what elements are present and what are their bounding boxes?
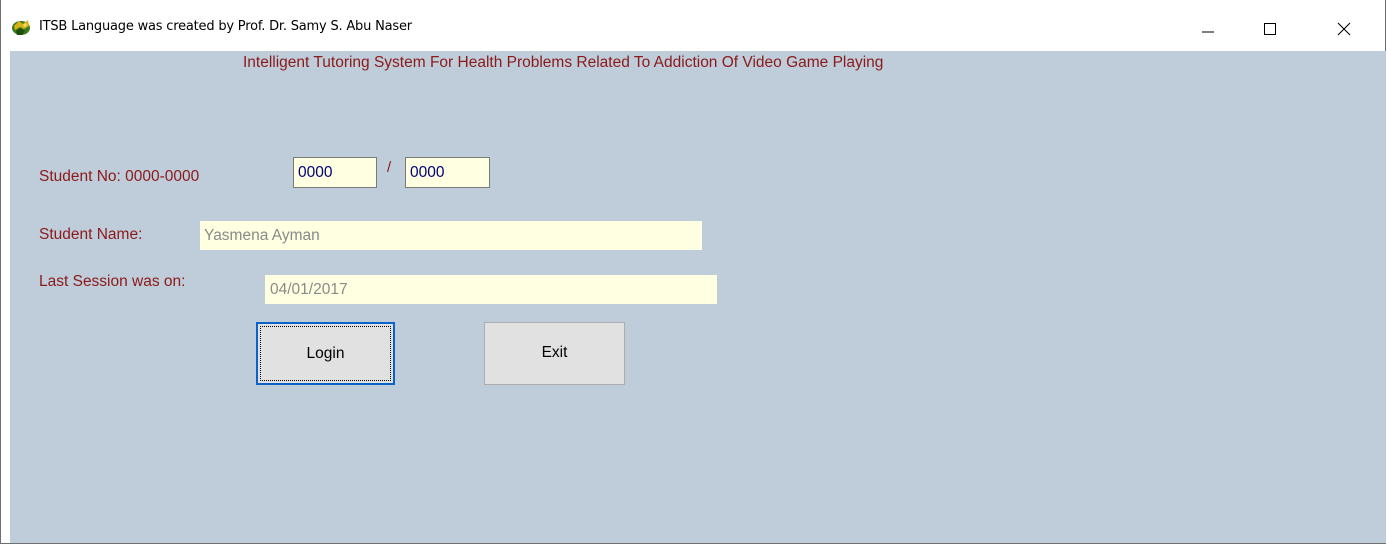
student-no-separator: / bbox=[387, 159, 392, 176]
login-button[interactable]: Login bbox=[256, 322, 395, 385]
exit-button-label: Exit bbox=[541, 344, 568, 361]
maximize-icon[interactable] bbox=[1247, 11, 1293, 47]
app-icon[interactable] bbox=[10, 17, 32, 37]
student-no-part2-input[interactable] bbox=[405, 157, 490, 188]
student-no-part1-input[interactable] bbox=[293, 157, 377, 188]
student-name-label: Student Name: bbox=[39, 226, 143, 243]
close-icon[interactable] bbox=[1321, 11, 1367, 47]
login-button-label: Login bbox=[306, 345, 345, 362]
minimize-icon[interactable] bbox=[1185, 11, 1231, 47]
last-session-field[interactable] bbox=[265, 275, 717, 304]
title-bar[interactable]: ITSB Language was created by Prof. Dr. S… bbox=[1, 0, 1385, 51]
form-heading: Intelligent Tutoring System For Health P… bbox=[243, 54, 884, 71]
last-session-label: Last Session was on: bbox=[39, 273, 186, 290]
application-window: ITSB Language was created by Prof. Dr. S… bbox=[0, 0, 1386, 544]
window-title: ITSB Language was created by Prof. Dr. S… bbox=[39, 19, 412, 34]
exit-button[interactable]: Exit bbox=[484, 322, 625, 385]
student-name-field[interactable] bbox=[200, 221, 702, 250]
form-client-area: Intelligent Tutoring System For Health P… bbox=[10, 51, 1386, 543]
student-no-label: Student No: 0000-0000 bbox=[39, 168, 200, 185]
